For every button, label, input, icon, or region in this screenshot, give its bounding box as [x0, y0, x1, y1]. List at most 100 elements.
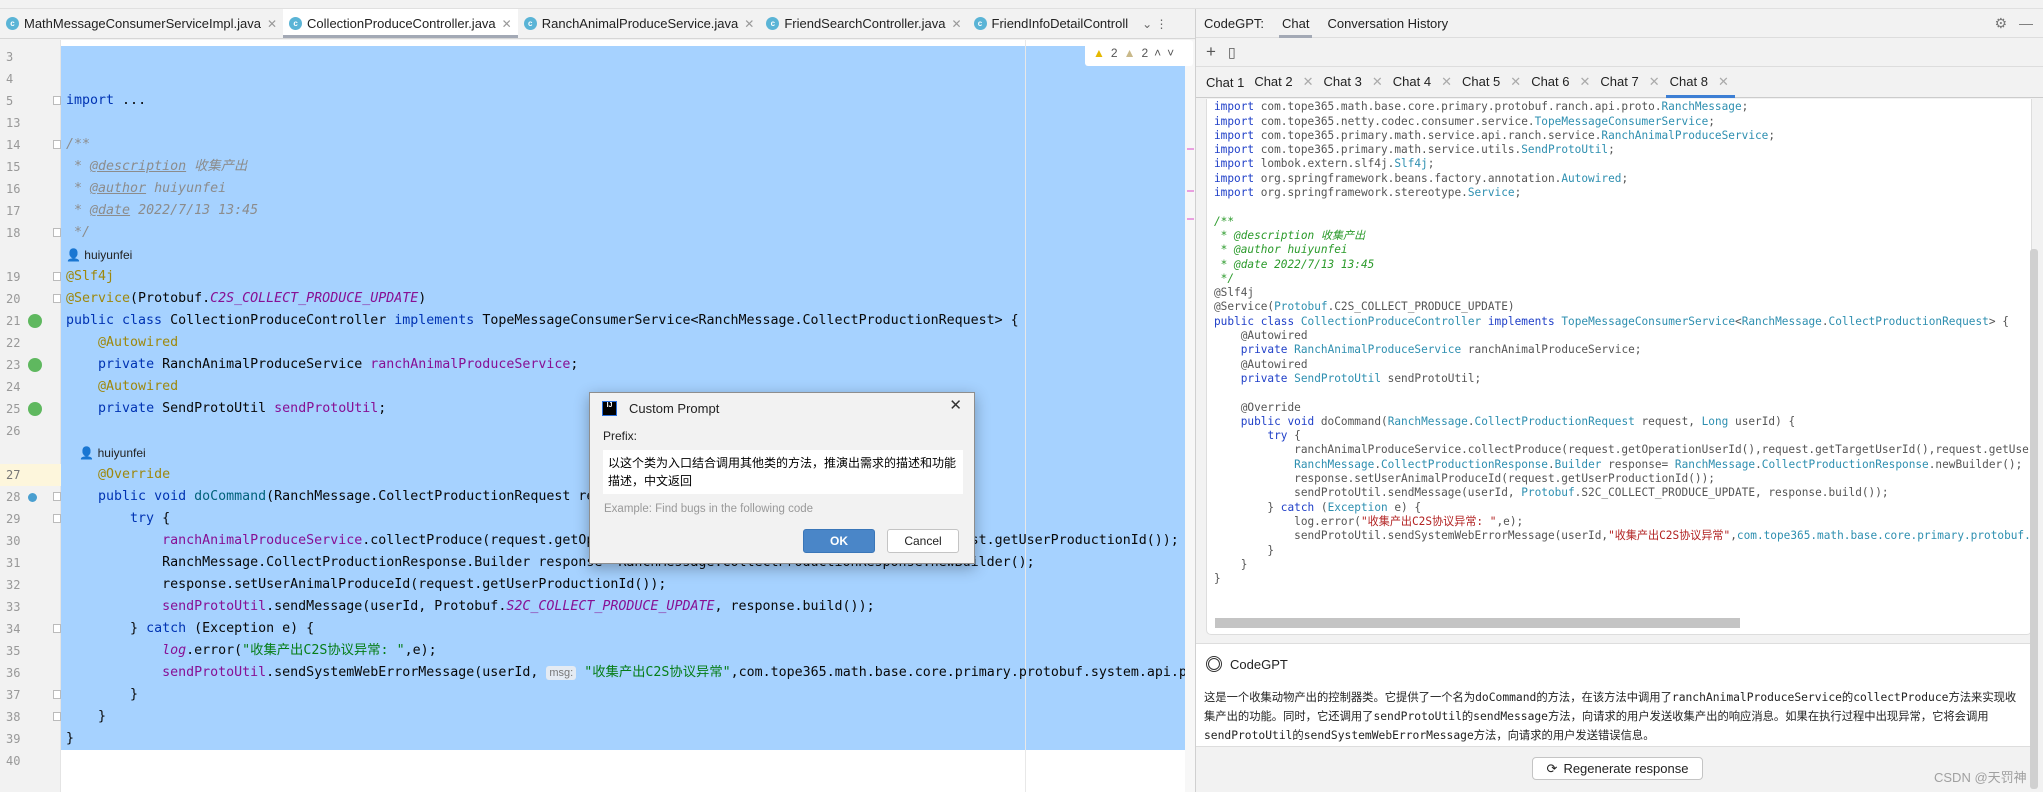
chat-tab[interactable]: Chat 4 ✕: [1389, 74, 1458, 97]
next-issue-icon[interactable]: ˅: [1167, 46, 1174, 60]
code-block-line: response.setUserAnimalProduceId(request.…: [1214, 472, 2031, 486]
code-token: /**: [66, 137, 91, 152]
code-token: response.setUserAnimalProduceId(request.…: [1214, 472, 1715, 486]
chat-tab[interactable]: Chat 7 ✕: [1596, 74, 1665, 97]
close-tab-icon[interactable]: ✕: [1303, 74, 1314, 90]
fold-marker-icon[interactable]: [53, 228, 61, 237]
close-tab-icon[interactable]: ✕: [267, 17, 277, 31]
code-token: public void: [98, 489, 187, 504]
cancel-button[interactable]: Cancel: [887, 529, 959, 553]
chat-tab[interactable]: Chat 1: [1202, 75, 1250, 97]
code-token: .sendMessage(userId, Protobuf.: [266, 599, 507, 614]
fold-marker-icon[interactable]: [53, 492, 61, 501]
horizontal-scrollbar[interactable]: [1215, 618, 1740, 628]
fold-marker-icon[interactable]: [53, 624, 61, 633]
fold-marker-icon[interactable]: [53, 294, 61, 303]
code-token: (Protobuf.: [130, 291, 211, 306]
code-token: }: [66, 621, 147, 636]
fold-marker-icon[interactable]: [53, 514, 61, 523]
fold-marker-icon[interactable]: [53, 712, 61, 721]
close-tab-icon[interactable]: ✕: [1372, 74, 1383, 90]
code-token: public class: [66, 313, 163, 328]
editor-tab[interactable]: c FriendSearchController.java ✕: [760, 9, 967, 38]
code-token: ranchAnimalProduceService: [370, 357, 571, 372]
chat-tab[interactable]: Chat 5 ✕: [1458, 74, 1527, 97]
code-token: @Autowired: [98, 379, 179, 394]
code-token: S2C_COLLECT_PRODUCE_UPDATE: [506, 599, 715, 614]
code-token: import: [1214, 171, 1255, 185]
chat-tab[interactable]: Chat 3 ✕: [1320, 74, 1389, 97]
code-token: public class: [1214, 314, 1295, 328]
code-token: CollectionProduceController: [162, 313, 395, 328]
line-number: 22: [6, 336, 21, 350]
code-token: .C2S_COLLECT_PRODUCE_UPDATE): [1327, 300, 1515, 314]
editor-tab[interactable]: c RanchAnimalProduceService.java ✕: [518, 9, 761, 38]
layout-icon[interactable]: ▯: [1228, 44, 1236, 61]
editor-tab[interactable]: c FriendInfoDetailControll: [968, 9, 1135, 38]
new-chat-icon[interactable]: +: [1206, 42, 1216, 62]
code-text: sendProtoUtil.sendSystemWebErrorMessage(…: [66, 662, 1195, 684]
code-token: lombok.extern.slf4j.: [1254, 157, 1395, 171]
code-block-line: @Slf4j: [1214, 286, 2031, 300]
ok-button[interactable]: OK: [803, 529, 875, 553]
regenerate-response-button[interactable]: ⟳ Regenerate response: [1532, 757, 1703, 780]
code-token: @description: [90, 159, 187, 174]
chat-tab[interactable]: Chat 6 ✕: [1527, 74, 1596, 97]
code-token: }: [1214, 543, 1275, 557]
line-number: 14: [6, 138, 21, 152]
chat-tab[interactable]: Chat 8 ✕: [1665, 74, 1736, 98]
spring-bean-icon[interactable]: [28, 314, 42, 328]
code-token: CollectProductionRequest: [1828, 314, 1989, 328]
close-icon[interactable]: ✕: [949, 396, 962, 414]
vertical-scrollbar[interactable]: [2030, 249, 2038, 789]
close-tab-icon[interactable]: ✕: [1510, 74, 1521, 90]
editor-tab[interactable]: c CollectionProduceController.java ✕: [283, 9, 518, 38]
author-name: huiyunfei: [97, 446, 146, 460]
spring-bean-icon[interactable]: [28, 358, 42, 372]
code-text: @Override: [66, 464, 170, 486]
inspection-widget[interactable]: ▲ 2 ▲ 2 ˄ ˅: [1085, 40, 1193, 66]
code-token: CollectProductionResponse: [1381, 457, 1548, 471]
code-token: sendProtoUtil: [162, 599, 267, 614]
code-token: "收集产出C2S协议异常": [1608, 529, 1731, 543]
code-token: ,e);: [404, 643, 437, 658]
code-token: @Slf4j: [1214, 286, 1255, 300]
chat-tab[interactable]: Chat 2 ✕: [1250, 74, 1319, 97]
spring-bean-icon[interactable]: [28, 402, 42, 416]
fold-marker-icon[interactable]: [53, 272, 61, 281]
code-token: .: [1755, 457, 1762, 471]
error-stripe[interactable]: [1185, 40, 1195, 792]
override-method-icon[interactable]: [28, 493, 37, 502]
close-tab-icon[interactable]: ✕: [1441, 74, 1452, 90]
close-tab-icon[interactable]: ✕: [1580, 74, 1591, 90]
code-token: import: [66, 93, 115, 108]
previous-issue-icon[interactable]: ˄: [1154, 46, 1161, 60]
code-token: ;: [378, 401, 387, 416]
close-tab-icon[interactable]: ✕: [502, 17, 512, 31]
minimize-icon[interactable]: —: [2019, 15, 2033, 32]
tab-list-chevron-down-icon[interactable]: ⌄ ⋮: [1134, 9, 1175, 38]
tab-conversation-history[interactable]: Conversation History: [1327, 9, 1448, 38]
code-token: * @author huiyunfei: [1214, 243, 1348, 257]
fold-marker-icon[interactable]: [53, 690, 61, 699]
tab-chat[interactable]: Chat: [1278, 9, 1313, 38]
code-line: 16 * @author huiyunfei: [0, 178, 1185, 200]
fold-marker-icon[interactable]: [53, 140, 61, 149]
code-line: 37 }: [0, 684, 1185, 706]
line-number: 27: [6, 468, 21, 482]
editor-tab[interactable]: c MathMessageConsumerServiceImpl.java ✕: [0, 9, 283, 38]
close-tab-icon[interactable]: ✕: [744, 17, 754, 31]
close-tab-icon[interactable]: ✕: [1718, 74, 1729, 90]
class-file-icon: c: [523, 17, 537, 30]
prefix-input[interactable]: 以这个类为入口结合调用其他类的方法，推演出需求的描述和功能描述，中文返回: [603, 450, 963, 494]
warning-count: 2: [1110, 46, 1118, 60]
close-tab-icon[interactable]: ✕: [1649, 74, 1660, 90]
gear-icon[interactable]: ⚙: [1994, 15, 2007, 32]
code-line: 32 response.setUserAnimalProduceId(reque…: [0, 574, 1185, 596]
close-tab-icon[interactable]: ✕: [951, 17, 961, 31]
fold-marker-icon[interactable]: [53, 96, 61, 105]
